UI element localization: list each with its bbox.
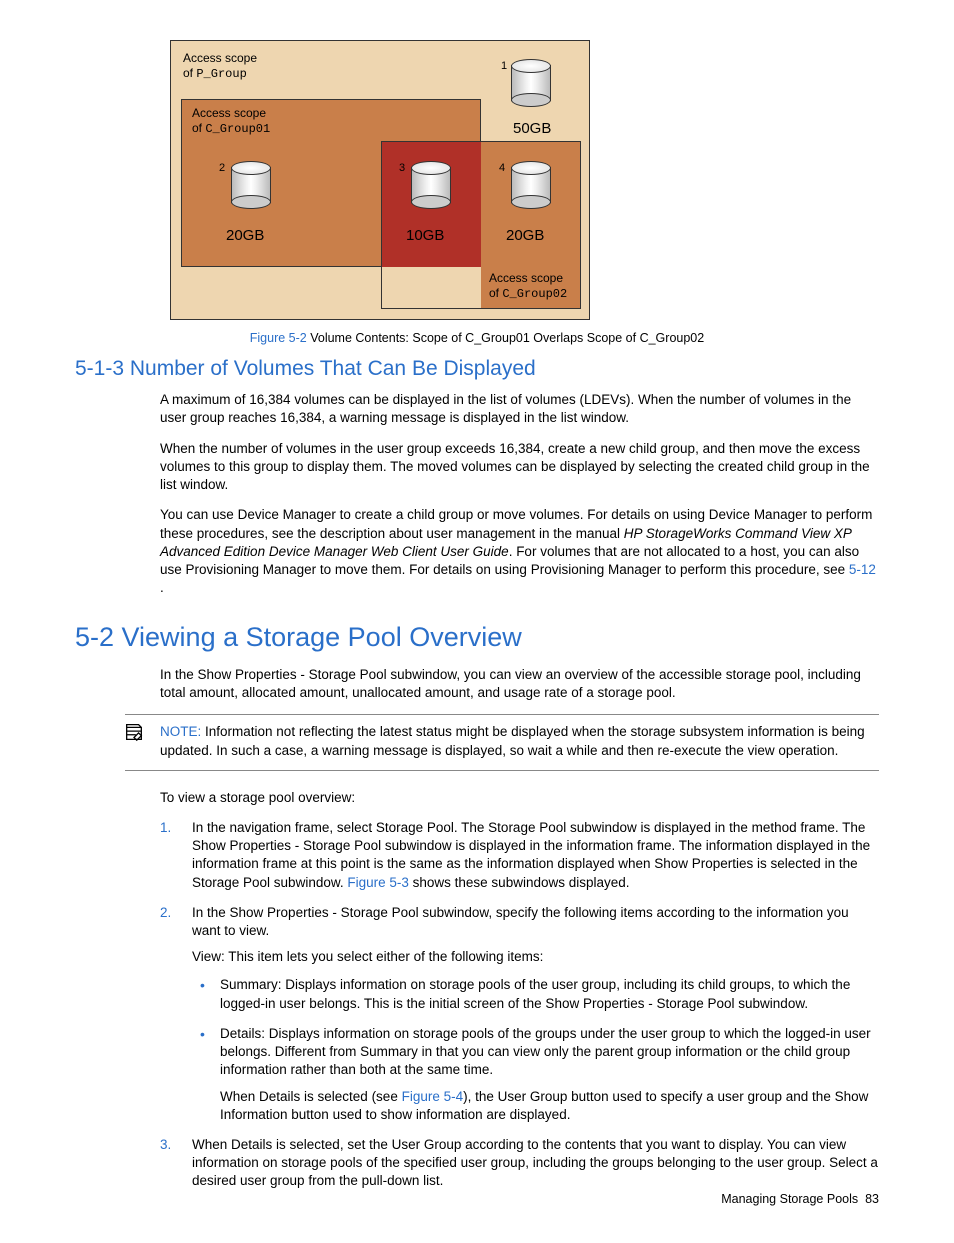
step-num: 3. <box>160 1136 171 1154</box>
scope-c1-group: C_Group01 <box>205 122 270 136</box>
scope-c1-label1: Access scope <box>192 106 266 120</box>
scope-c1-label2: of <box>192 121 202 135</box>
figure-caption-text: Volume Contents: Scope of C_Group01 Over… <box>307 331 704 345</box>
figure-caption: Figure 5-2 Volume Contents: Scope of C_G… <box>75 330 879 347</box>
figure-ref: Figure 5-2 <box>250 331 307 345</box>
page-number: 83 <box>865 1192 879 1206</box>
vol4-num: 4 <box>499 161 505 176</box>
note-text: Information not reflecting the latest st… <box>160 724 865 757</box>
step-3: 3. When Details is selected, set the Use… <box>160 1136 879 1191</box>
note-label: NOTE: <box>160 724 201 739</box>
vol1-num: 1 <box>501 59 507 74</box>
s513-p3: You can use Device Manager to create a c… <box>160 506 879 597</box>
vol4-size: 20GB <box>506 226 544 246</box>
note-icon <box>123 721 145 749</box>
vol3-num: 3 <box>399 161 405 176</box>
step-num: 2. <box>160 904 171 922</box>
vol2-num: 2 <box>219 161 225 176</box>
bullet-summary: Summary: Displays information on storage… <box>192 976 879 1012</box>
volume-cylinder-icon <box>411 161 451 209</box>
bullet-details: Details: Displays information on storage… <box>192 1025 879 1124</box>
heading-5-2: 5-2 Viewing a Storage Pool Overview <box>75 619 879 655</box>
s513-p2: When the number of volumes in the user g… <box>160 440 879 495</box>
step-1: 1. In the navigation frame, select Stora… <box>160 819 879 892</box>
step-2: 2. In the Show Properties - Storage Pool… <box>160 904 879 1124</box>
scope-c2-label1: Access scope <box>489 271 563 285</box>
s513-p1: A maximum of 16,384 volumes can be displ… <box>160 391 879 427</box>
volume-cylinder-icon <box>511 161 551 209</box>
heading-5-1-3: 5-1-3 Number of Volumes That Can Be Disp… <box>75 355 879 383</box>
volume-cylinder-icon <box>231 161 271 209</box>
vol1-size: 50GB <box>513 119 551 139</box>
vol2-size: 20GB <box>226 226 264 246</box>
xref-figure-5-3[interactable]: Figure 5-3 <box>347 875 409 890</box>
volume-cylinder-icon <box>511 59 551 107</box>
page-footer: Managing Storage Pools 83 <box>721 1191 879 1208</box>
s52-lead: To view a storage pool overview: <box>160 789 879 807</box>
note-block: NOTE: Information not reflecting the lat… <box>125 714 879 770</box>
scope-c2-label2: of <box>489 286 499 300</box>
scope-p-label2: of <box>183 66 193 80</box>
xref-5-12[interactable]: 5-12 <box>849 562 876 577</box>
scope-c2-group: C_Group02 <box>502 287 567 301</box>
xref-figure-5-4[interactable]: Figure 5-4 <box>402 1089 464 1104</box>
step-num: 1. <box>160 819 171 837</box>
scope-p-group: P_Group <box>196 67 246 81</box>
scope-p-label1: Access scope <box>183 51 257 65</box>
footer-text: Managing Storage Pools <box>721 1192 858 1206</box>
step-2-view: View: This item lets you select either o… <box>192 948 879 966</box>
s52-intro: In the Show Properties - Storage Pool su… <box>160 666 879 702</box>
vol3-size: 10GB <box>406 226 444 246</box>
figure-5-2: Access scope of P_Group Access scope of … <box>170 40 879 320</box>
